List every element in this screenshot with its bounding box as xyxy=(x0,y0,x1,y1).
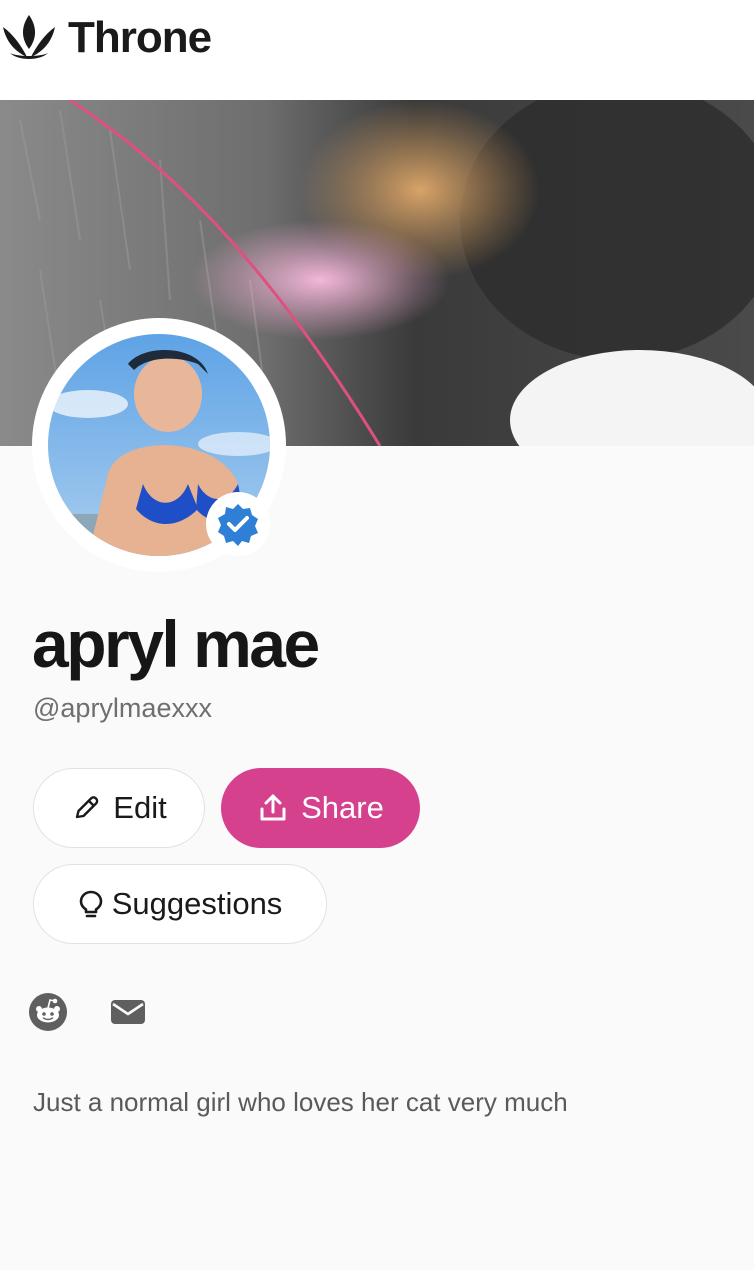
username-handle: @aprylmaexxx xyxy=(33,693,212,723)
email-link[interactable] xyxy=(108,992,148,1032)
suggestions-button[interactable]: Suggestions xyxy=(33,864,327,944)
share-button[interactable]: Share xyxy=(221,768,420,848)
edit-button[interactable]: Edit xyxy=(33,768,205,848)
edit-label: Edit xyxy=(113,790,167,825)
verified-badge xyxy=(206,492,270,556)
share-label: Share xyxy=(301,790,384,825)
brand-logo[interactable]: Throne xyxy=(0,10,212,66)
profile-bio: Just a normal girl who loves her cat ver… xyxy=(33,1087,568,1117)
crown-leaf-icon xyxy=(3,15,55,59)
lightbulb-icon xyxy=(78,889,104,919)
upload-share-icon xyxy=(257,792,289,824)
reddit-icon xyxy=(29,993,67,1031)
suggestions-label: Suggestions xyxy=(111,886,283,921)
pencil-icon xyxy=(71,793,101,823)
display-name: apryl mae xyxy=(32,607,320,681)
top-bar: Throne xyxy=(0,0,754,100)
reddit-link[interactable] xyxy=(28,992,68,1032)
brand-name: Throne xyxy=(68,13,212,62)
verified-check-icon xyxy=(218,504,258,546)
envelope-icon xyxy=(111,1000,145,1024)
